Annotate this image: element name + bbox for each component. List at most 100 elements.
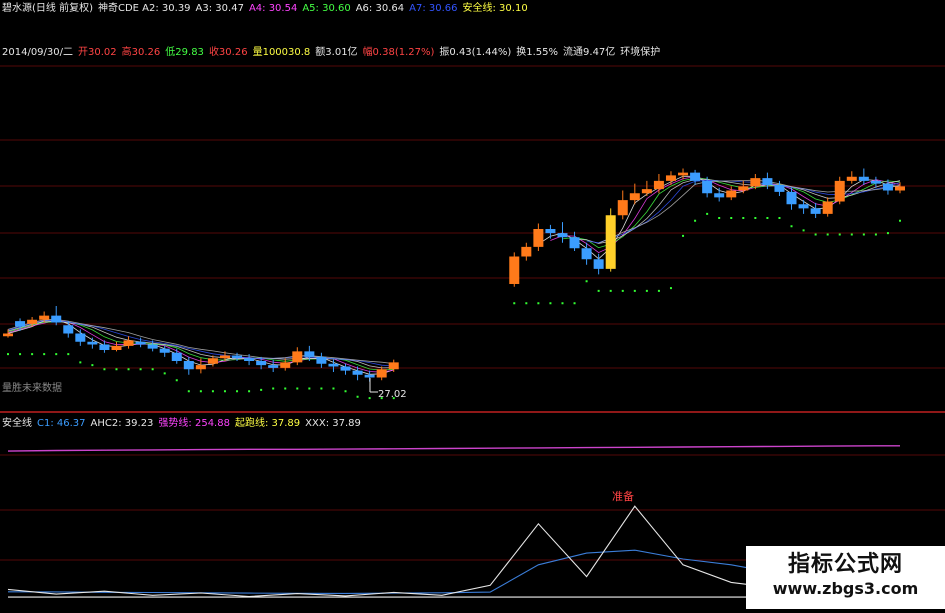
safety-dot xyxy=(850,233,853,236)
candle-body xyxy=(159,348,170,353)
candle-body xyxy=(653,180,664,190)
watermark-box: 指标公式网 www.zbgs3.com xyxy=(746,546,945,609)
candle-body xyxy=(605,215,616,269)
safety-dot xyxy=(513,302,516,305)
candle-body xyxy=(569,237,580,249)
candle-body xyxy=(147,344,158,349)
peak-label: 准备 xyxy=(612,490,634,503)
safety-dot xyxy=(296,387,299,390)
candle-body xyxy=(328,363,339,367)
candle-body xyxy=(135,341,146,345)
candle-body xyxy=(726,190,737,198)
candle-body xyxy=(678,172,689,176)
chart-root xyxy=(0,0,945,609)
safety-dot xyxy=(899,219,901,222)
candle-body xyxy=(774,185,785,192)
safety-dot xyxy=(187,390,190,393)
safety-dot xyxy=(682,234,685,237)
lower-header-item-4: 起跑线: 37.89 xyxy=(234,418,301,429)
header2-item-11: 环境保护 xyxy=(620,47,661,58)
candle-body xyxy=(376,369,387,378)
safety-dot xyxy=(718,217,721,219)
candle-body xyxy=(352,370,363,375)
candle-body xyxy=(750,178,761,187)
candle-body xyxy=(714,193,725,198)
header2-item-10: 流通9.47亿 xyxy=(563,47,616,58)
candle-body xyxy=(762,178,773,185)
safety-dot xyxy=(886,232,889,235)
safety-dot xyxy=(7,353,9,356)
safety-dot xyxy=(31,353,34,356)
safety-dot xyxy=(139,368,142,371)
safety-dot xyxy=(284,387,287,390)
candle-body xyxy=(123,340,134,346)
watermark-url: www.zbgs3.com xyxy=(772,579,919,598)
candle-body xyxy=(810,208,821,214)
header2-item-1: 开30.02 xyxy=(78,47,117,58)
candle-body xyxy=(581,248,592,260)
lower-header-item-2: AHC2: 39.23 xyxy=(90,418,154,429)
safety-dot xyxy=(585,280,588,283)
header1-item-1: 神奇CDE A2: 30.39 xyxy=(97,3,191,14)
header-row-2: 2014/09/30/二 开30.02 高30.26 低29.83 收30.26 量100… xyxy=(2,47,665,59)
header1-item-7: 安全线: 30.10 xyxy=(462,3,528,14)
lower-header-item-0: 安全线 xyxy=(2,418,32,429)
lower-header-item-3: 强势线: 254.88 xyxy=(158,418,230,429)
candle-body xyxy=(738,186,749,191)
safety-dot xyxy=(115,368,118,371)
candle-body xyxy=(641,189,652,194)
safety-dot xyxy=(537,302,540,305)
safety-dot xyxy=(223,390,226,393)
safety-dot xyxy=(621,289,624,292)
header2-item-5: 量100030.8 xyxy=(252,47,311,58)
candle-body xyxy=(834,180,845,202)
safety-dot xyxy=(199,390,202,393)
candle-body xyxy=(111,345,122,350)
safety-dot xyxy=(525,302,528,305)
header1-item-4: A5: 30.60 xyxy=(302,3,351,14)
header1-item-5: A6: 30.64 xyxy=(355,3,405,14)
safety-dot xyxy=(609,289,612,292)
safety-dot xyxy=(826,233,829,236)
candle-body xyxy=(183,361,194,370)
safety-dot xyxy=(549,302,552,305)
safety-dot xyxy=(694,219,697,222)
candle-body xyxy=(895,186,905,191)
header1-item-2: A3: 30.47 xyxy=(195,3,244,14)
safety-dot xyxy=(55,353,58,356)
candle-body xyxy=(39,315,50,320)
safety-dot xyxy=(790,225,793,228)
safety-dot xyxy=(67,353,70,356)
candle-body xyxy=(533,229,544,247)
safety-dot xyxy=(766,217,769,219)
candle-body xyxy=(617,200,628,216)
candle-body xyxy=(171,352,182,361)
watermark-title: 指标公式网 xyxy=(787,552,903,577)
safety-dot xyxy=(862,233,865,236)
candle-body xyxy=(822,201,833,214)
safety-dot xyxy=(356,395,359,398)
header2-item-0: 2014/09/30/二 xyxy=(2,47,74,58)
candle-body xyxy=(509,256,520,284)
safety-dot xyxy=(236,390,239,393)
candle-body xyxy=(690,172,701,181)
safety-dot xyxy=(103,368,106,371)
candle-body xyxy=(882,183,893,191)
candle-body xyxy=(195,365,206,370)
safety-dot xyxy=(657,289,660,292)
candle-body xyxy=(364,374,375,378)
header2-item-7: 幅0.38(1.27%) xyxy=(362,47,435,58)
header2-item-4: 收30.26 xyxy=(208,47,248,58)
candle-body xyxy=(557,233,568,238)
left-label: 量胜未来数据 xyxy=(2,383,62,394)
candle-body xyxy=(99,344,110,350)
lower-header-item-1: C1: 46.37 xyxy=(37,418,86,429)
candle-body xyxy=(702,180,713,194)
safety-dot xyxy=(802,229,805,232)
header2-item-2: 高30.26 xyxy=(121,47,161,58)
candle-body xyxy=(665,175,676,181)
safety-dot xyxy=(211,390,214,393)
safety-dot xyxy=(332,387,335,390)
candle-body xyxy=(316,356,327,364)
lower-panel-header: 安全线 C1: 46.37 AHC2: 39.23 强势线: 254.88 起跑线: 3… xyxy=(2,418,366,430)
